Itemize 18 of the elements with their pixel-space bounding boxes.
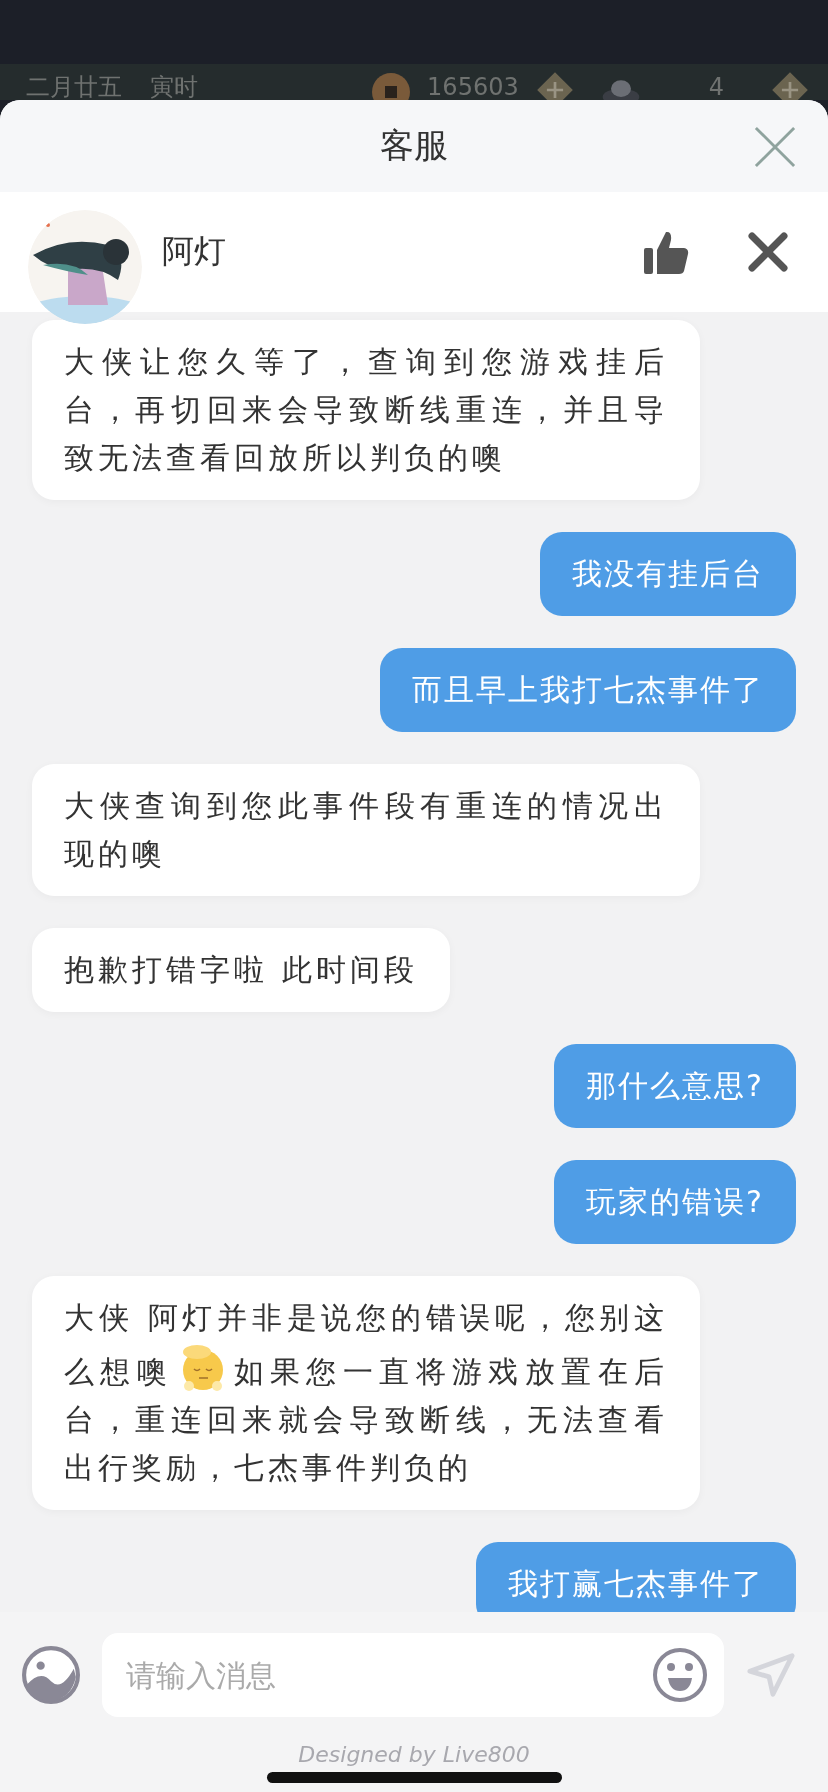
date-text: 二月廿五: [26, 72, 122, 100]
message-text: 那什么意思?: [586, 1068, 764, 1103]
time-text: 寅时: [150, 72, 198, 100]
message-text: 大侠查询到您此事件段有重连的情况出现的噢: [64, 788, 668, 871]
message-text: 而且早上我打七杰事件了: [412, 672, 764, 707]
ingot-count: 4: [708, 72, 724, 100]
dialog-title: 客服: [380, 124, 448, 167]
footer-text: Designed by Live800: [298, 1742, 530, 1768]
message-text: 我没有挂后台: [572, 556, 764, 591]
message-text: 玩家的错误?: [586, 1184, 764, 1219]
message-text: 我打赢七杰事件了: [508, 1566, 764, 1601]
message-input[interactable]: 请输入消息: [124, 1656, 652, 1694]
message-text: 抱歉打错字啦 此时间段: [64, 952, 418, 987]
message-text: 大侠让您久等了，查询到您游戏挂后台，再切回来会导致断线重连，并且导致无法查看回放所以判负的噢: [64, 344, 668, 475]
message-field[interactable]: 请输入消息: [102, 1633, 724, 1717]
message-text: 大侠 阿灯并非是说您的错误呢，您别这么想噢 如果您一直将游戏放置在后台，重连回来就会导致断线，无法查看出行奖励，七杰事件判负的: [64, 1300, 668, 1485]
coin-count: 165603: [427, 72, 519, 100]
agent-name: 阿灯: [162, 231, 226, 272]
